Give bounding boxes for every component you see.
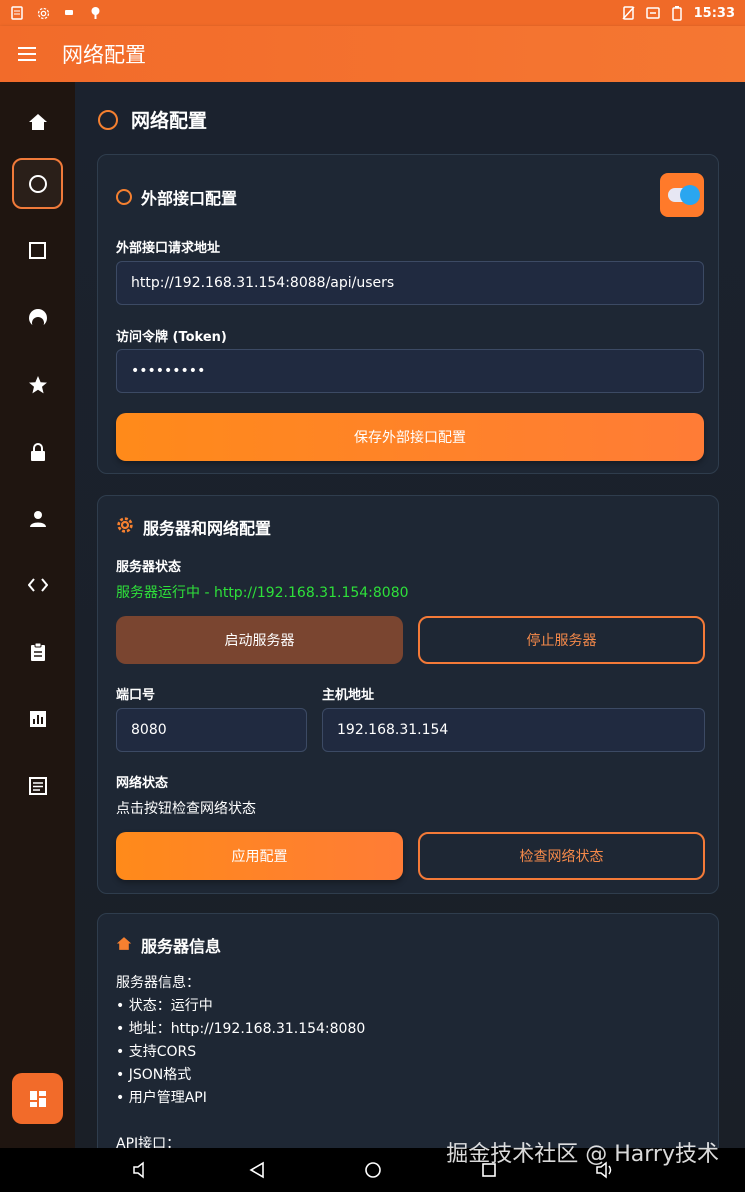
cat-icon [62,6,76,20]
circle-icon [98,109,118,130]
app-title: 网络配置 [62,43,146,67]
star-icon[interactable] [12,359,63,410]
card-title: 服务器和网络配置 [116,515,271,539]
info-line: API接口： [116,1136,181,1148]
hamburger-icon[interactable] [18,34,58,74]
gear-icon [116,516,134,538]
token-label: 访问令牌 (Token) [116,330,227,345]
navigation-rail [0,82,75,1148]
gear-icon [36,6,50,20]
server-status-value: 服务器运行中 - http://192.168.31.154:8080 [116,585,409,601]
port-input[interactable]: 8080 [116,708,307,752]
page-title: 网络配置 [131,110,208,132]
person-icon[interactable] [12,493,63,544]
card-title: 服务器信息 [116,933,221,957]
info-line: • 地址：http://192.168.31.154:8080 [116,1021,366,1037]
dashboard-icon[interactable] [12,1073,63,1124]
home-button-icon[interactable] [361,1158,385,1182]
status-bar: 15:33 [0,0,745,26]
clipboard-icon[interactable] [12,626,63,677]
code-icon[interactable] [12,559,63,610]
info-line: • 支持CORS [116,1044,197,1060]
network-status-label: 网络状态 [116,776,169,791]
host-label: 主机地址 [322,688,375,703]
info-line: • 状态：运行中 [116,998,213,1014]
token-input[interactable]: ••••••••• [116,349,704,393]
lock-icon[interactable] [12,426,63,477]
back-icon[interactable] [245,1158,269,1182]
server-info-card: 服务器信息 服务器信息： • 状态：运行中 • 地址：http://192.16… [97,913,719,1148]
card-title: 外部接口配置 [116,185,237,209]
article-icon[interactable] [12,760,63,811]
clock: 15:33 [693,5,735,21]
rotate-icon [645,6,660,20]
battery-icon [670,6,684,21]
stop-server-button[interactable]: 停止服务器 [418,616,705,664]
url-input[interactable]: http://192.168.31.154:8088/api/users [116,261,704,305]
info-line: • 用户管理API [116,1090,207,1106]
square-icon[interactable] [12,225,63,276]
server-status-label: 服务器状态 [116,560,182,575]
network-status-value: 点击按钮检查网络状态 [116,801,256,817]
save-external-button[interactable]: 保存外部接口配置 [116,413,704,461]
circle-icon [116,189,132,205]
home-icon [116,936,132,955]
port-label: 端口号 [116,688,156,703]
android-icon [88,6,102,20]
home-icon[interactable] [12,96,63,147]
url-label: 外部接口请求地址 [116,241,221,256]
host-input[interactable]: 192.168.31.154 [322,708,705,752]
main-content: 网络配置 外部接口配置 外部接口请求地址 http://192.168.31.1… [75,82,745,1148]
chart-icon[interactable] [12,693,63,744]
external-api-card: 外部接口配置 外部接口请求地址 http://192.168.31.154:80… [97,154,719,474]
server-network-card: 服务器和网络配置 服务器状态 服务器运行中 - http://192.168.3… [97,495,719,894]
info-line: • JSON格式 [116,1067,192,1083]
no-sim-icon [622,6,636,20]
app-bar: 网络配置 [0,26,745,82]
check-network-button[interactable]: 检查网络状态 [418,832,705,880]
watermark: 掘金技术社区 @ Harry技术 [446,1142,719,1167]
volume-down-icon[interactable] [129,1158,153,1182]
moon-icon[interactable] [12,292,63,343]
start-server-button[interactable]: 启动服务器 [116,616,403,664]
external-api-toggle[interactable] [660,173,704,217]
page-header: 网络配置 [98,106,207,133]
doc-icon [10,6,24,20]
info-line: 服务器信息： [116,975,200,991]
apply-config-button[interactable]: 应用配置 [116,832,403,880]
circle-icon[interactable] [12,158,63,209]
